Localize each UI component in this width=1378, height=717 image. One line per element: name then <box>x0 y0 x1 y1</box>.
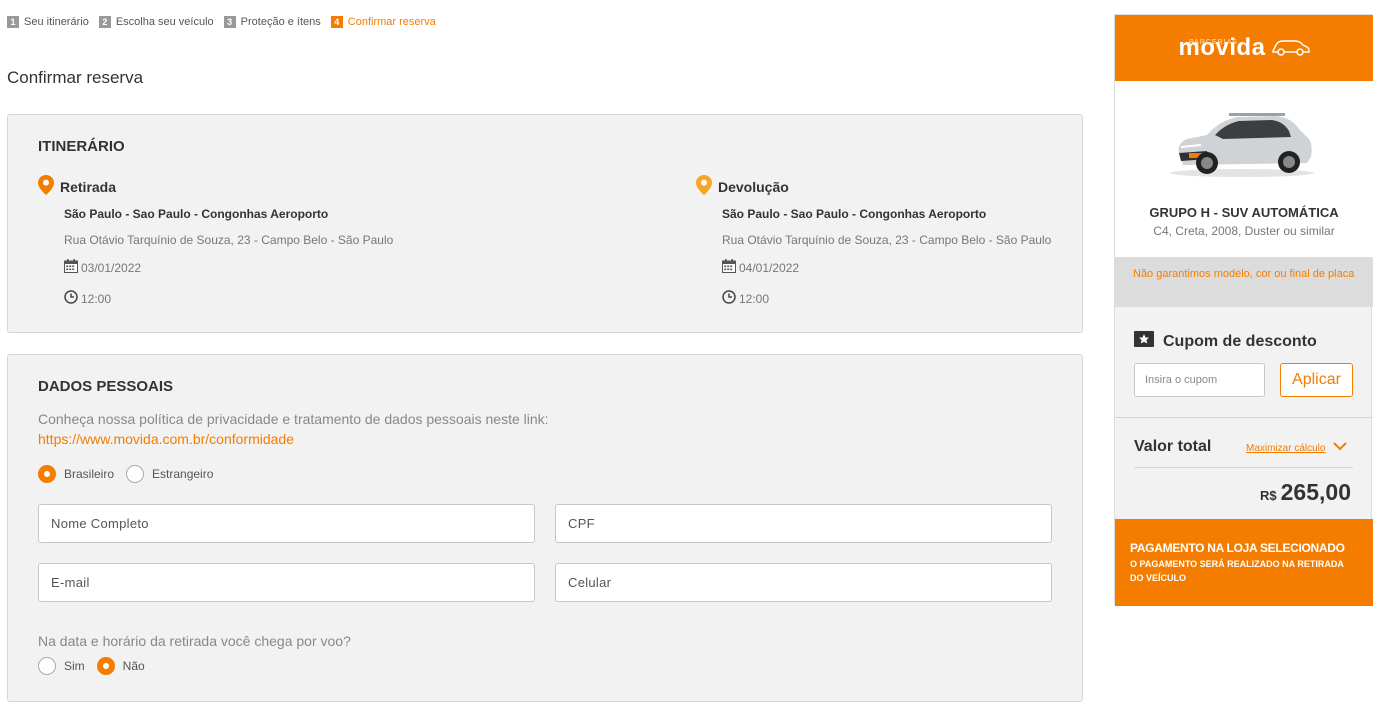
apply-coupon-button[interactable]: Aplicar <box>1280 363 1353 397</box>
page-title: Confirmar reserva <box>7 68 144 87</box>
clock-icon <box>722 290 736 307</box>
radio-brasileiro[interactable]: Brasileiro <box>38 465 114 483</box>
radio-unchecked-icon[interactable] <box>126 465 145 483</box>
itinerary-title: ITINERÁRIO <box>38 138 125 155</box>
maximize-label: Maximizar cálculo <box>1246 442 1326 454</box>
map-pin-icon <box>38 175 54 198</box>
step-itinerary[interactable]: 1 Seu itinerário <box>7 16 89 28</box>
privacy-link[interactable]: https://www.movida.com.br/conformidade <box>38 429 549 449</box>
step-label: Seu itinerário <box>24 16 89 28</box>
radio-checked-icon[interactable] <box>96 657 115 675</box>
step-number: 1 <box>7 16 19 28</box>
currency: R$ <box>1260 488 1277 503</box>
step-number: 3 <box>223 16 236 28</box>
radio-unchecked-icon[interactable] <box>38 657 56 675</box>
return-date: 04/01/2022 <box>739 260 800 275</box>
return-store-name: São Paulo - Sao Paulo - Congonhas Aeropo… <box>722 207 987 221</box>
payment-subtitle: O PAGAMENTO SERÁ REALIZADO NA RETIRADA D… <box>1130 559 1344 583</box>
divider <box>1115 417 1373 418</box>
step-number: 4 <box>330 16 343 28</box>
coupon-title: Cupom de desconto <box>1134 331 1317 352</box>
step-label: Confirmar reserva <box>347 16 436 28</box>
pickup-date: 03/01/2022 <box>81 260 142 275</box>
return-label: Devolução <box>718 178 789 195</box>
radio-label: Brasileiro <box>64 467 115 481</box>
divider <box>1134 467 1353 468</box>
radio-checked-icon[interactable] <box>38 465 56 483</box>
step-number: 2 <box>98 16 111 28</box>
flight-radio-group: Sim Não <box>38 657 149 675</box>
personal-data-title: DADOS PESSOAIS <box>38 378 174 395</box>
total-price: R$ 265,00 <box>1260 479 1351 506</box>
cpf-input[interactable] <box>555 504 1052 543</box>
full-name-input[interactable] <box>38 504 535 543</box>
radio-sim[interactable]: Sim <box>38 657 85 675</box>
step-vehicle[interactable]: 2 Escolha seu veículo <box>98 16 214 28</box>
calendar-icon <box>64 259 78 276</box>
vehicle-group: GRUPO H - SUV AUTOMÁTICA <box>1149 205 1339 220</box>
return-section: Devolução São Paulo - Sao Paulo - Congon… <box>696 175 1051 307</box>
return-time: 12:00 <box>739 291 770 306</box>
email-input[interactable] <box>38 563 535 602</box>
radio-nao[interactable]: Não <box>96 657 145 675</box>
flight-question: Na data e horário da retirada você chega… <box>38 633 351 649</box>
payment-title: PAGAMENTO NA LOJA SELECIONADO <box>1130 541 1345 555</box>
clock-icon <box>64 290 78 307</box>
radio-label: Sim <box>64 659 85 673</box>
privacy-text: Conheça nossa política de privacidade e … <box>38 411 549 427</box>
total-amount: 265,00 <box>1280 479 1351 505</box>
step-protection[interactable]: 3 Proteção e ítens <box>223 16 321 28</box>
itinerary-card: ITINERÁRIO Retirada São Paulo - Sao Paul… <box>7 114 1083 333</box>
vehicle-models: C4, Creta, 2008, Duster ou similar <box>1153 224 1335 238</box>
step-label: Escolha seu veículo <box>115 16 214 28</box>
coupon-title-text: Cupom de desconto <box>1163 332 1317 350</box>
radio-label: Estrangeiro <box>152 467 214 481</box>
calendar-icon <box>722 259 736 276</box>
step-confirm: 4 Confirmar reserva <box>330 16 436 28</box>
phone-input[interactable] <box>555 563 1052 602</box>
car-image <box>1167 107 1317 184</box>
pickup-store-name: São Paulo - Sao Paulo - Congonhas Aeropo… <box>64 207 329 221</box>
radio-label: Não <box>122 659 145 673</box>
total-label: Valor total <box>1134 438 1212 455</box>
coupon-input[interactable] <box>1134 363 1265 397</box>
pickup-address: Rua Otávio Tarquínio de Souza, 23 - Camp… <box>64 233 394 247</box>
logo-tagline: PARCERIAS <box>1189 39 1238 46</box>
movida-logo: PARCERIAS movida <box>1115 15 1373 81</box>
vehicle-block: GRUPO H - SUV AUTOMÁTICA C4, Creta, 2008… <box>1115 81 1373 257</box>
step-label: Proteção e ítens <box>240 16 321 28</box>
car-outline-icon <box>1270 35 1310 62</box>
model-notice: Não garantimos modelo, cor ou final de p… <box>1115 257 1373 307</box>
pickup-label: Retirada <box>60 178 117 195</box>
pickup-section: Retirada São Paulo - Sao Paulo - Congonh… <box>38 175 393 307</box>
reservation-summary: PARCERIAS movida GRUPO H - SUV AUTOMÁTIC… <box>1114 14 1373 606</box>
chevron-down-icon[interactable] <box>1333 442 1348 454</box>
radio-estrangeiro[interactable]: Estrangeiro <box>126 465 213 483</box>
ticket-star-icon <box>1134 331 1154 352</box>
maximize-calculation-link[interactable]: Maximizar cálculo <box>1246 442 1348 454</box>
progress-steps: 1 Seu itinerário 2 Escolha seu veículo 3… <box>7 16 436 28</box>
return-address: Rua Otávio Tarquínio de Souza, 23 - Camp… <box>722 233 1052 247</box>
privacy-notice: Conheça nossa política de privacidade e … <box>38 409 549 449</box>
pickup-time: 12:00 <box>81 291 112 306</box>
map-pin-icon <box>696 175 712 198</box>
page: 1 Seu itinerário 2 Escolha seu veículo 3… <box>0 0 1378 717</box>
payment-banner: PAGAMENTO NA LOJA SELECIONADO O PAGAMENT… <box>1115 519 1373 606</box>
personal-data-card: DADOS PESSOAIS Conheça nossa política de… <box>7 354 1083 702</box>
nationality-radio-group: Brasileiro Estrangeiro <box>38 465 217 483</box>
